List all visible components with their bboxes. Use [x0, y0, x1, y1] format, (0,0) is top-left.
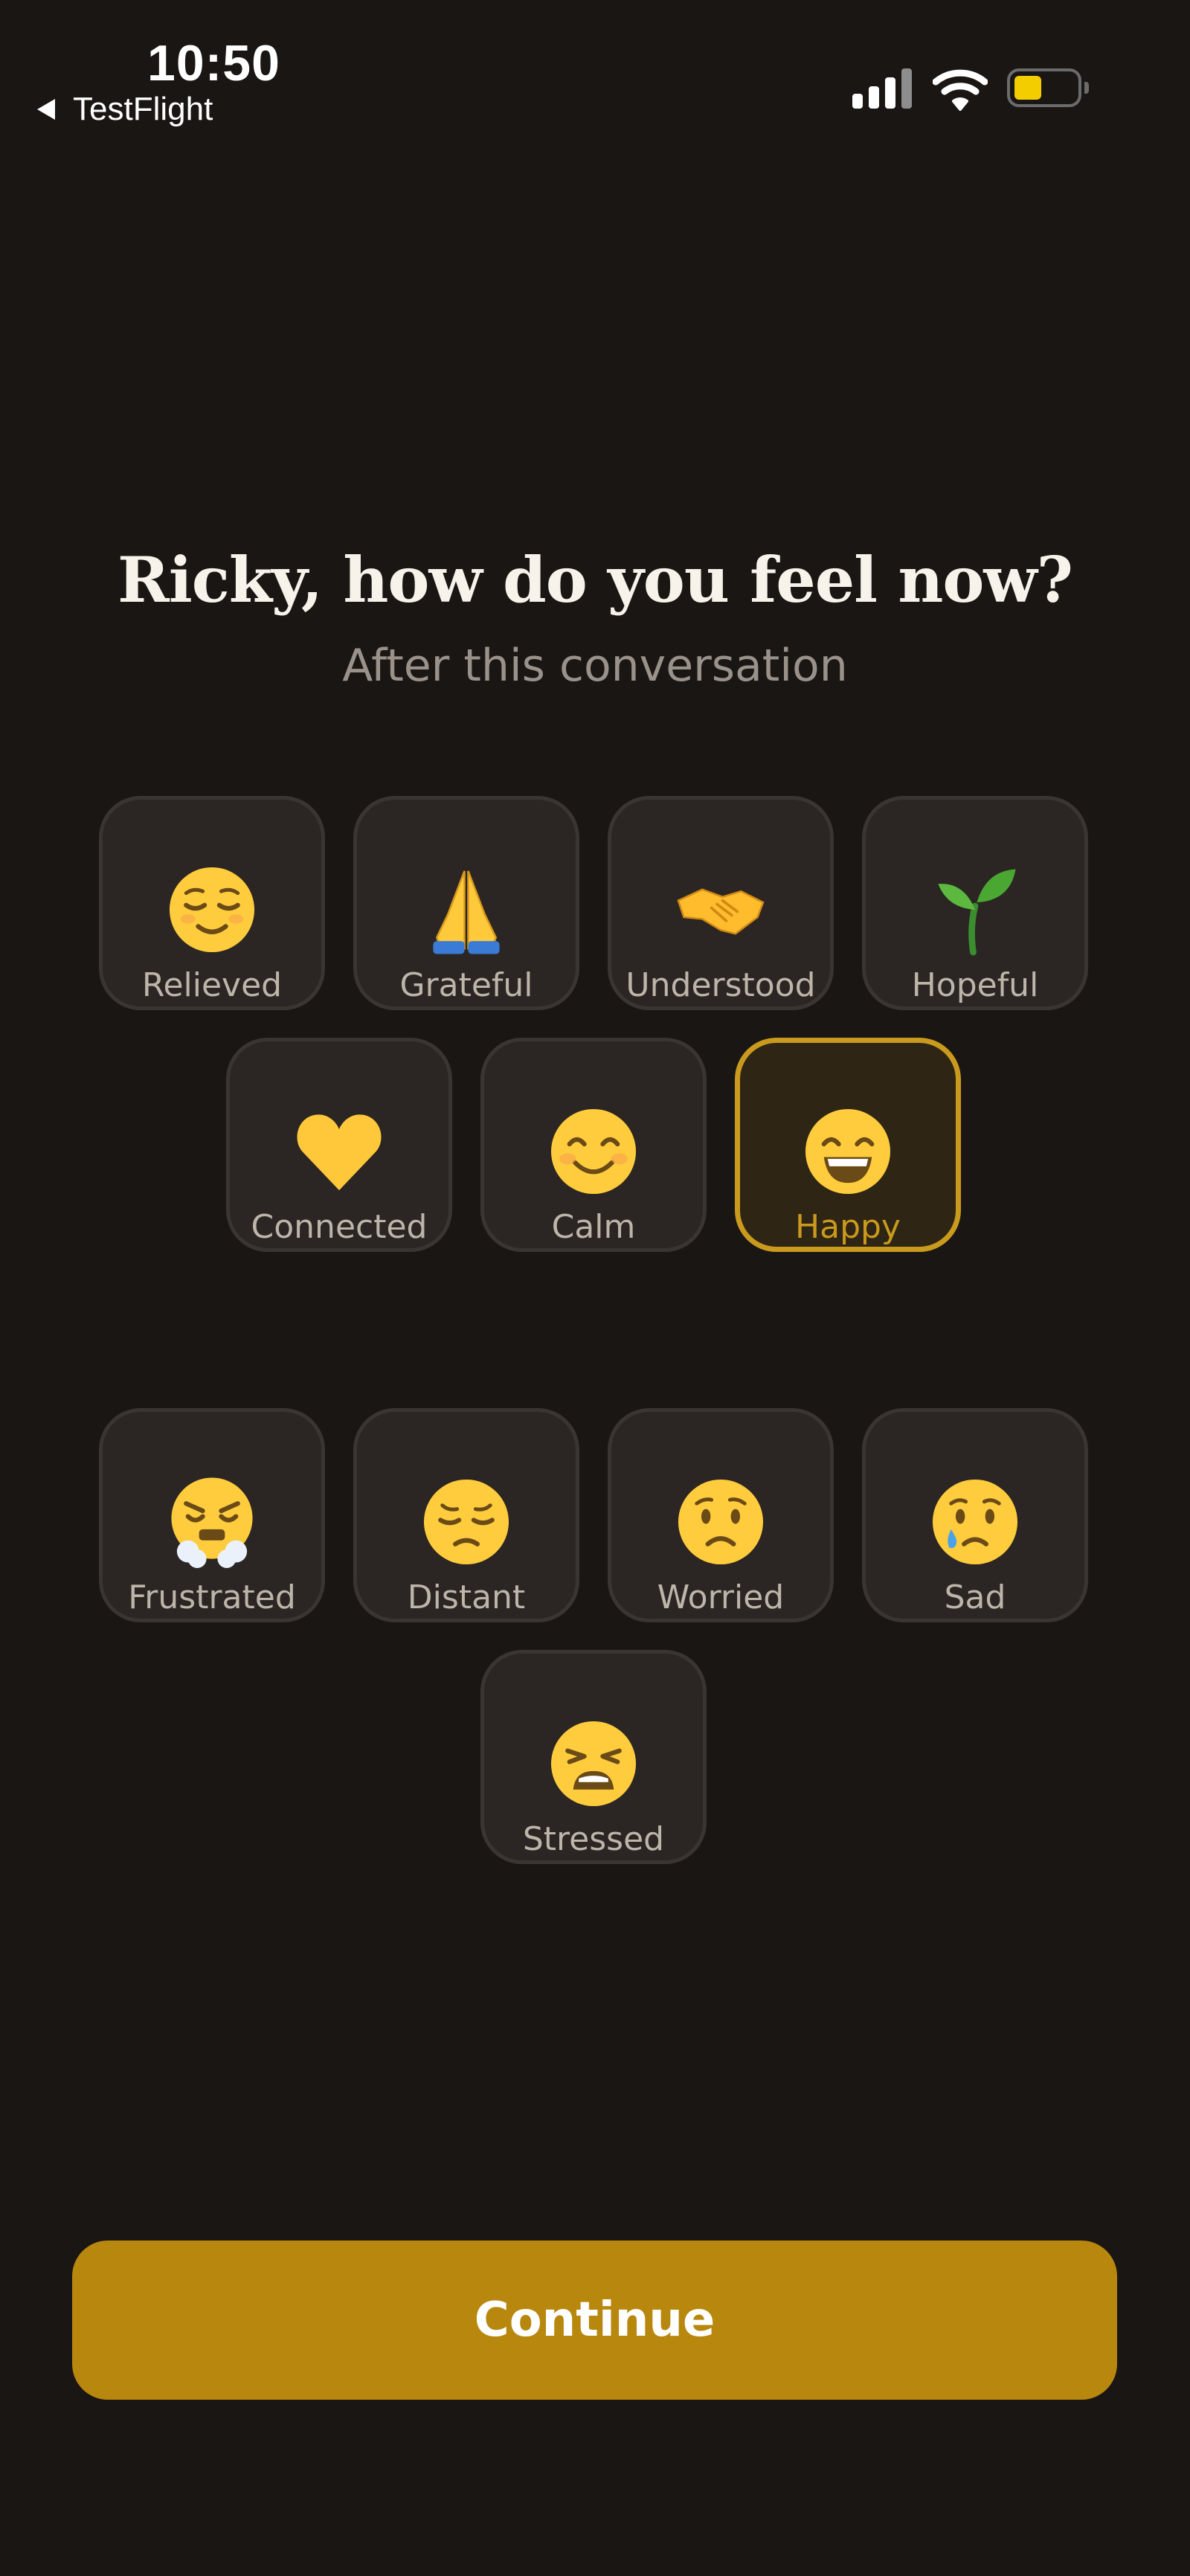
mood-label: Sad	[944, 1578, 1006, 1616]
continue-button[interactable]: Continue	[72, 2241, 1117, 2400]
mood-tile-stressed[interactable]: Stressed	[480, 1650, 707, 1864]
mood-tile-understood[interactable]: Understood	[608, 796, 834, 1010]
page-subtitle: After this conversation	[342, 640, 848, 692]
mood-tile-connected[interactable]: Connected	[226, 1038, 452, 1252]
mood-label: Distant	[407, 1578, 526, 1616]
crying-face-icon	[932, 1479, 1018, 1565]
mood-tile-frustrated[interactable]: Frustrated	[99, 1408, 325, 1622]
clock-time: 10:50	[147, 35, 280, 91]
wifi-icon	[933, 69, 988, 111]
back-arrow-icon	[37, 99, 55, 120]
mood-label: Happy	[795, 1208, 901, 1246]
mood-label: Hopeful	[911, 966, 1039, 1004]
worried-face-icon	[678, 1479, 764, 1565]
mood-label: Worried	[657, 1578, 785, 1616]
mood-label: Understood	[625, 966, 816, 1004]
mood-tile-relieved[interactable]: Relieved	[99, 796, 325, 1010]
yellow-heart-icon	[297, 1114, 382, 1191]
mood-label: Frustrated	[128, 1578, 296, 1616]
mood-label: Connected	[251, 1208, 428, 1246]
steam-face-icon	[171, 1477, 253, 1568]
mood-tile-hopeful[interactable]: Hopeful	[862, 796, 1088, 1010]
grinning-face-icon	[805, 1108, 891, 1195]
mood-tile-calm[interactable]: Calm	[480, 1038, 707, 1252]
mood-tile-worried[interactable]: Worried	[608, 1408, 834, 1622]
weary-face-icon	[550, 1721, 637, 1807]
battery-icon	[1007, 68, 1092, 110]
smiling-face-icon	[550, 1108, 637, 1195]
relieved-face-icon	[169, 867, 255, 953]
mood-tile-grateful[interactable]: Grateful	[353, 796, 579, 1010]
mood-tile-distant[interactable]: Distant	[353, 1408, 579, 1622]
mood-label: Relieved	[141, 966, 283, 1004]
handshake-icon	[677, 888, 765, 935]
folded-hands-icon	[433, 870, 500, 954]
back-to-testflight-link[interactable]: TestFlight	[37, 91, 213, 128]
mood-tile-happy[interactable]: Happy	[735, 1038, 961, 1252]
signal-icon	[852, 68, 912, 109]
mood-tile-sad[interactable]: Sad	[862, 1408, 1088, 1622]
mood-label: Stressed	[522, 1820, 665, 1858]
pensive-face-icon	[423, 1479, 509, 1565]
mood-label: Calm	[551, 1208, 636, 1246]
back-link-label: TestFlight	[73, 91, 213, 127]
page-title: Ricky, how do you feel now?	[118, 543, 1073, 617]
status-bar: 10:50 TestFlight	[0, 0, 1190, 149]
seedling-icon	[938, 869, 1016, 956]
mood-label: Grateful	[399, 966, 533, 1004]
